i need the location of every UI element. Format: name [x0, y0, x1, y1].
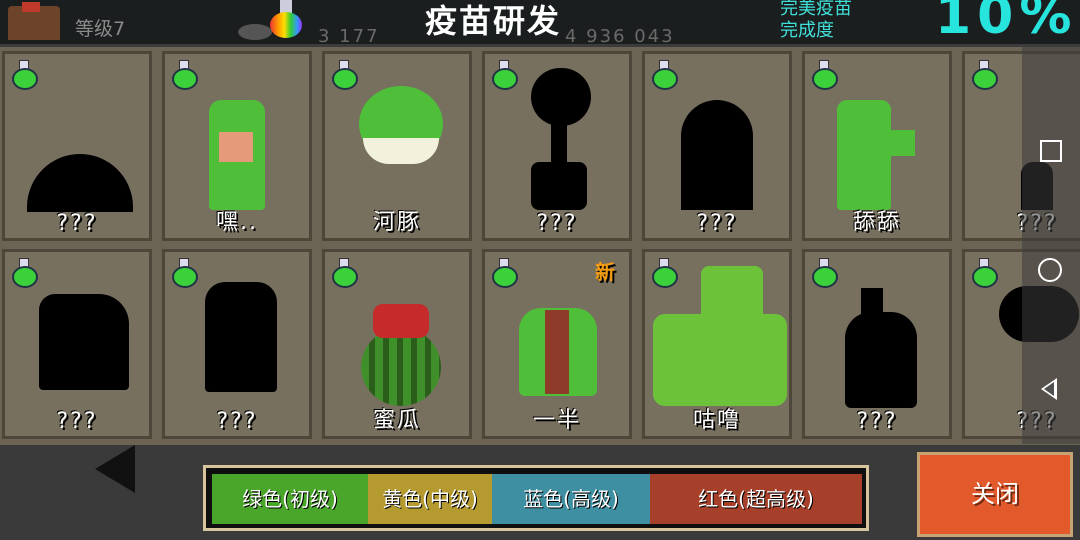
monster-card[interactable]: 蜜瓜 [322, 249, 472, 439]
filter-yellow-button[interactable]: 黄色(中级) [368, 474, 492, 524]
green-flask-icon [491, 60, 518, 90]
monster-name: ??? [56, 409, 98, 434]
monster-name: 咕噜 [692, 408, 741, 433]
close-button[interactable]: 关闭 [917, 452, 1073, 537]
monster-card[interactable]: 新 一半 [482, 249, 632, 439]
filter-blue-button[interactable]: 蓝色(高级) [492, 474, 650, 524]
monster-card[interactable]: 咕噜 [642, 249, 792, 439]
home-icon[interactable] [1038, 258, 1062, 282]
monster-card[interactable]: ??? [162, 249, 312, 439]
filter-green-button[interactable]: 绿色(初级) [212, 474, 368, 524]
monster-name: ??? [56, 211, 98, 236]
green-flask-icon [11, 258, 38, 288]
coin-icon [238, 24, 272, 40]
monster-name: ??? [856, 409, 898, 434]
monster-card[interactable]: ??? [2, 51, 152, 241]
player-level: 等级7 [75, 18, 126, 40]
green-flask-icon [331, 258, 358, 288]
monster-name: ??? [536, 211, 578, 236]
green-flask-icon [171, 60, 198, 90]
rainbow-flask-icon [268, 0, 304, 40]
page-title: 疫苗研发 [425, 2, 562, 40]
monster-card[interactable]: 河豚 [322, 51, 472, 241]
green-flask-icon [971, 258, 998, 288]
monster-name: 蜜瓜 [372, 408, 421, 433]
monster-name: ??? [696, 211, 738, 236]
green-flask-icon [11, 60, 38, 90]
monster-card[interactable]: ??? [802, 249, 952, 439]
monster-card[interactable]: 嘿.. [162, 51, 312, 241]
monster-name: ??? [216, 409, 258, 434]
bottom-bar: 绿色(初级) 黄色(中级) 蓝色(高级) 红色(超高级) 关闭 [0, 445, 1080, 540]
unknown-silhouette [39, 294, 129, 390]
monster-sprite [837, 100, 891, 210]
recent-apps-icon[interactable] [1040, 140, 1062, 162]
unknown-silhouette [205, 282, 277, 392]
unknown-silhouette [681, 100, 753, 210]
unknown-silhouette [27, 154, 133, 212]
green-flask-icon [651, 258, 678, 288]
monster-card[interactable]: ??? [482, 51, 632, 241]
green-flask-icon [171, 258, 198, 288]
green-flask-icon [331, 60, 358, 90]
avatar [8, 2, 60, 40]
vaccine-card-grid: ??? 嘿.. 河豚 ??? ??? 舔舔 ??? ??? 蜜瓜 新 一半 咕噜… [0, 47, 1080, 445]
resource-b-count: 4 936 043 [565, 26, 675, 47]
green-flask-icon [811, 258, 838, 288]
completion-percent: 10% [935, 0, 1078, 46]
monster-card[interactable]: 舔舔 [802, 51, 952, 241]
green-flask-icon [971, 60, 998, 90]
monster-name: 舔舔 [852, 210, 901, 235]
completion-label-line2: 完成度 [780, 20, 834, 41]
new-badge: 新 [595, 260, 615, 284]
filter-red-button[interactable]: 红色(超高级) [650, 474, 862, 524]
monster-sprite [361, 328, 441, 406]
green-flask-icon [811, 60, 838, 90]
monster-card[interactable]: ??? [2, 249, 152, 439]
back-icon[interactable] [1041, 378, 1057, 400]
monster-name: 一半 [532, 408, 581, 433]
green-flask-icon [491, 258, 518, 288]
scroll-left-icon[interactable] [95, 445, 135, 493]
color-filter-group: 绿色(初级) 黄色(中级) 蓝色(高级) 红色(超高级) [203, 465, 869, 531]
top-bar: 等级7 3 177 疫苗研发 4 936 043 完美疫苗 完成度 10% [0, 0, 1080, 47]
monster-card[interactable]: ??? [642, 51, 792, 241]
unknown-silhouette [531, 68, 591, 126]
monster-name: 嘿.. [216, 210, 258, 235]
resource-a-count: 3 177 [318, 26, 380, 47]
monster-name: 河豚 [372, 210, 421, 235]
green-flask-icon [651, 60, 678, 90]
